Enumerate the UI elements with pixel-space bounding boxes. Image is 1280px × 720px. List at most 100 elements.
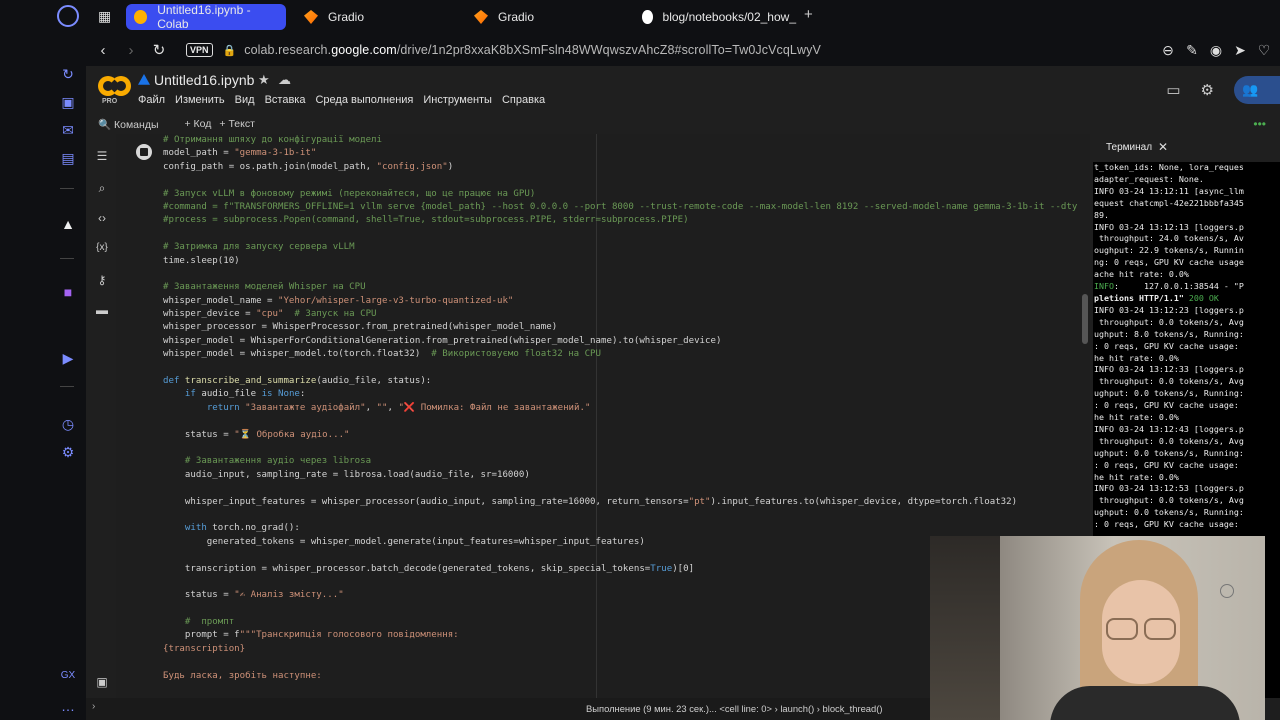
terminal-token: 200 OK [1183, 292, 1219, 303]
add-text-button[interactable]: + Текст [219, 118, 254, 130]
terminal-line: ache hit rate: 0.0% [1094, 269, 1280, 281]
code-token: Будь ласка, зробіть наступне: [163, 670, 322, 681]
menu-help[interactable]: Справка [502, 94, 545, 106]
code-snippets-icon[interactable]: ‹› [94, 210, 110, 226]
favorite-icon[interactable]: ♡ [1256, 42, 1272, 59]
media-icon[interactable]: ▤ [58, 148, 78, 168]
settings-gear-icon[interactable]: ⚙ [1201, 81, 1214, 99]
code-token: #process = subprocess.Popen(command, she… [163, 215, 689, 226]
colab-logo[interactable]: PRO [98, 72, 132, 106]
tab-manager-icon[interactable]: ▦ [98, 8, 111, 25]
tab-gradio-1[interactable]: Gradio [296, 4, 456, 30]
terminal-tab[interactable]: Терминал [1106, 142, 1152, 153]
code-token: , [365, 402, 377, 413]
terminal-token: 89. [1094, 209, 1109, 220]
pin-icon[interactable]: ▲ [58, 214, 78, 234]
code-token: "Yehor/whisper-large-v3-turbo-quantized-… [277, 295, 514, 306]
notebook-title[interactable]: Untitled16.ipynb [154, 72, 254, 88]
menu-edit[interactable]: Изменить [175, 94, 225, 106]
menu-runtime[interactable]: Среда выполнения [315, 94, 413, 106]
terminal-icon[interactable]: ▣ [94, 674, 110, 690]
camera-icon[interactable]: ◉ [1208, 42, 1224, 59]
code-line: config_path = os.path.join(model_path, "… [163, 161, 1078, 174]
search-icon[interactable]: ⌕ [94, 180, 110, 196]
forward-icon[interactable]: › [120, 42, 142, 59]
share-button[interactable]: 👥 [1234, 76, 1280, 104]
send-icon[interactable]: ➤ [1232, 42, 1248, 59]
reload-icon[interactable]: ↻ [148, 41, 170, 59]
code-line: #process = subprocess.Popen(command, she… [163, 214, 1078, 227]
code-line: status = "⏳ Обробка аудіо..." [163, 429, 1078, 442]
comment-icon[interactable]: ▭ [1166, 81, 1180, 99]
files-folder-icon[interactable]: ▬ [94, 302, 110, 318]
browser-logo-icon[interactable] [57, 5, 79, 27]
play-icon[interactable]: ▶ [58, 348, 78, 368]
menu-insert[interactable]: Вставка [265, 94, 306, 106]
terminal-token: throughput: 0.0 tokens/s, Avg [1094, 495, 1244, 506]
menu-tools[interactable]: Инструменты [423, 94, 492, 106]
code-token: # Запуск на CPU [283, 309, 377, 320]
terminal-token: INFO [1094, 281, 1114, 292]
vpn-badge[interactable]: VPN [186, 43, 213, 57]
terminal-line: ng: 0 reqs, GPU KV cache usage [1094, 257, 1280, 269]
add-code-button[interactable]: + Код [185, 118, 212, 130]
code-token: )[0] [672, 563, 695, 574]
toc-icon[interactable]: ☰ [94, 148, 110, 164]
terminal-line: INFO 03-24 13:12:33 [loggers.p [1094, 364, 1280, 376]
menu-file[interactable]: Файл [138, 94, 165, 106]
terminal-token: : 0 reqs, GPU KV cache usage: [1094, 340, 1244, 351]
terminal-token: he hit rate: 0.0% [1094, 352, 1179, 363]
new-tab-button[interactable]: + [804, 6, 813, 23]
refresh-icon[interactable]: ↻ [58, 64, 78, 84]
menu-view[interactable]: Вид [235, 94, 255, 106]
url-field[interactable]: colab.research.google.com/drive/1n2pr8xx… [244, 43, 821, 57]
more-options-icon[interactable]: ••• [1253, 117, 1266, 131]
tab-github[interactable]: blog/notebooks/02_how_ [634, 4, 804, 30]
scrollbar-thumb[interactable] [1082, 294, 1088, 344]
secrets-key-icon[interactable]: ⚷ [94, 272, 110, 288]
mail-icon[interactable]: ✉ [58, 120, 78, 140]
code-token: whisper_input_features = whisper_process… [163, 496, 689, 507]
code-token: audio_file [201, 389, 262, 400]
zoom-icon[interactable]: ⊖ [1160, 42, 1176, 59]
terminal-line: INFO 03-24 13:12:43 [loggers.p [1094, 424, 1280, 436]
url-path: /drive/1n2pr8xxaK8bXSmFsln48WWqwszvAhcZ8… [396, 43, 821, 57]
terminal-line: throughput: 0.0 tokens/s, Avg [1094, 376, 1280, 388]
edit-icon[interactable]: ✎ [1184, 42, 1200, 59]
back-icon[interactable]: ‹ [92, 42, 114, 59]
code-token: "gemma-3-1b-it" [234, 148, 317, 159]
code-token: # Завантаження аудіо через librosa [163, 456, 372, 467]
terminal-token: INFO 03-24 13:12:43 [loggers.p [1094, 423, 1244, 434]
commands-button[interactable]: 🔍 Команды [98, 118, 159, 131]
terminal-line: throughput: 0.0 tokens/s, Avg [1094, 436, 1280, 448]
chevron-right-icon[interactable]: › [92, 701, 95, 712]
stop-execution-button[interactable] [136, 144, 152, 160]
gradio-icon [474, 10, 488, 24]
code-line: whisper_model = whisper_model.to(torch.f… [163, 348, 1078, 361]
shop-icon[interactable]: ▣ [58, 92, 78, 112]
more-icon[interactable]: … [58, 696, 78, 716]
drive-icon[interactable] [138, 74, 150, 85]
tab-gradio-2[interactable]: Gradio [466, 4, 626, 30]
code-token: "cpu" [256, 309, 284, 320]
webcam-shelf [930, 536, 1000, 720]
rail-divider [60, 188, 74, 189]
close-icon[interactable]: ✕ [1158, 140, 1168, 154]
code-line: # Завантаження моделей Whisper на CPU [163, 281, 1078, 294]
terminal-token: INFO 03-24 13:12:53 [loggers.p [1094, 483, 1244, 494]
tab-colab[interactable]: Untitled16.ipynb - Colab [126, 3, 286, 31]
variables-icon[interactable]: {x} [94, 240, 110, 256]
twitch-icon[interactable]: ■ [58, 282, 78, 302]
code-token: if [184, 389, 202, 400]
cloud-icon[interactable]: ☁ [278, 72, 291, 88]
history-icon[interactable]: ◷ [58, 414, 78, 434]
settings-icon[interactable]: ⚙ [58, 442, 78, 462]
url-domain: google.com [331, 43, 397, 57]
gx-icon[interactable]: GX [58, 666, 78, 686]
star-icon[interactable]: ★ [258, 72, 270, 88]
colab-header: PRO Untitled16.ipynb ★ ☁ Файл Изменить В… [86, 66, 1280, 114]
lock-icon[interactable]: 🔒 [223, 44, 237, 57]
